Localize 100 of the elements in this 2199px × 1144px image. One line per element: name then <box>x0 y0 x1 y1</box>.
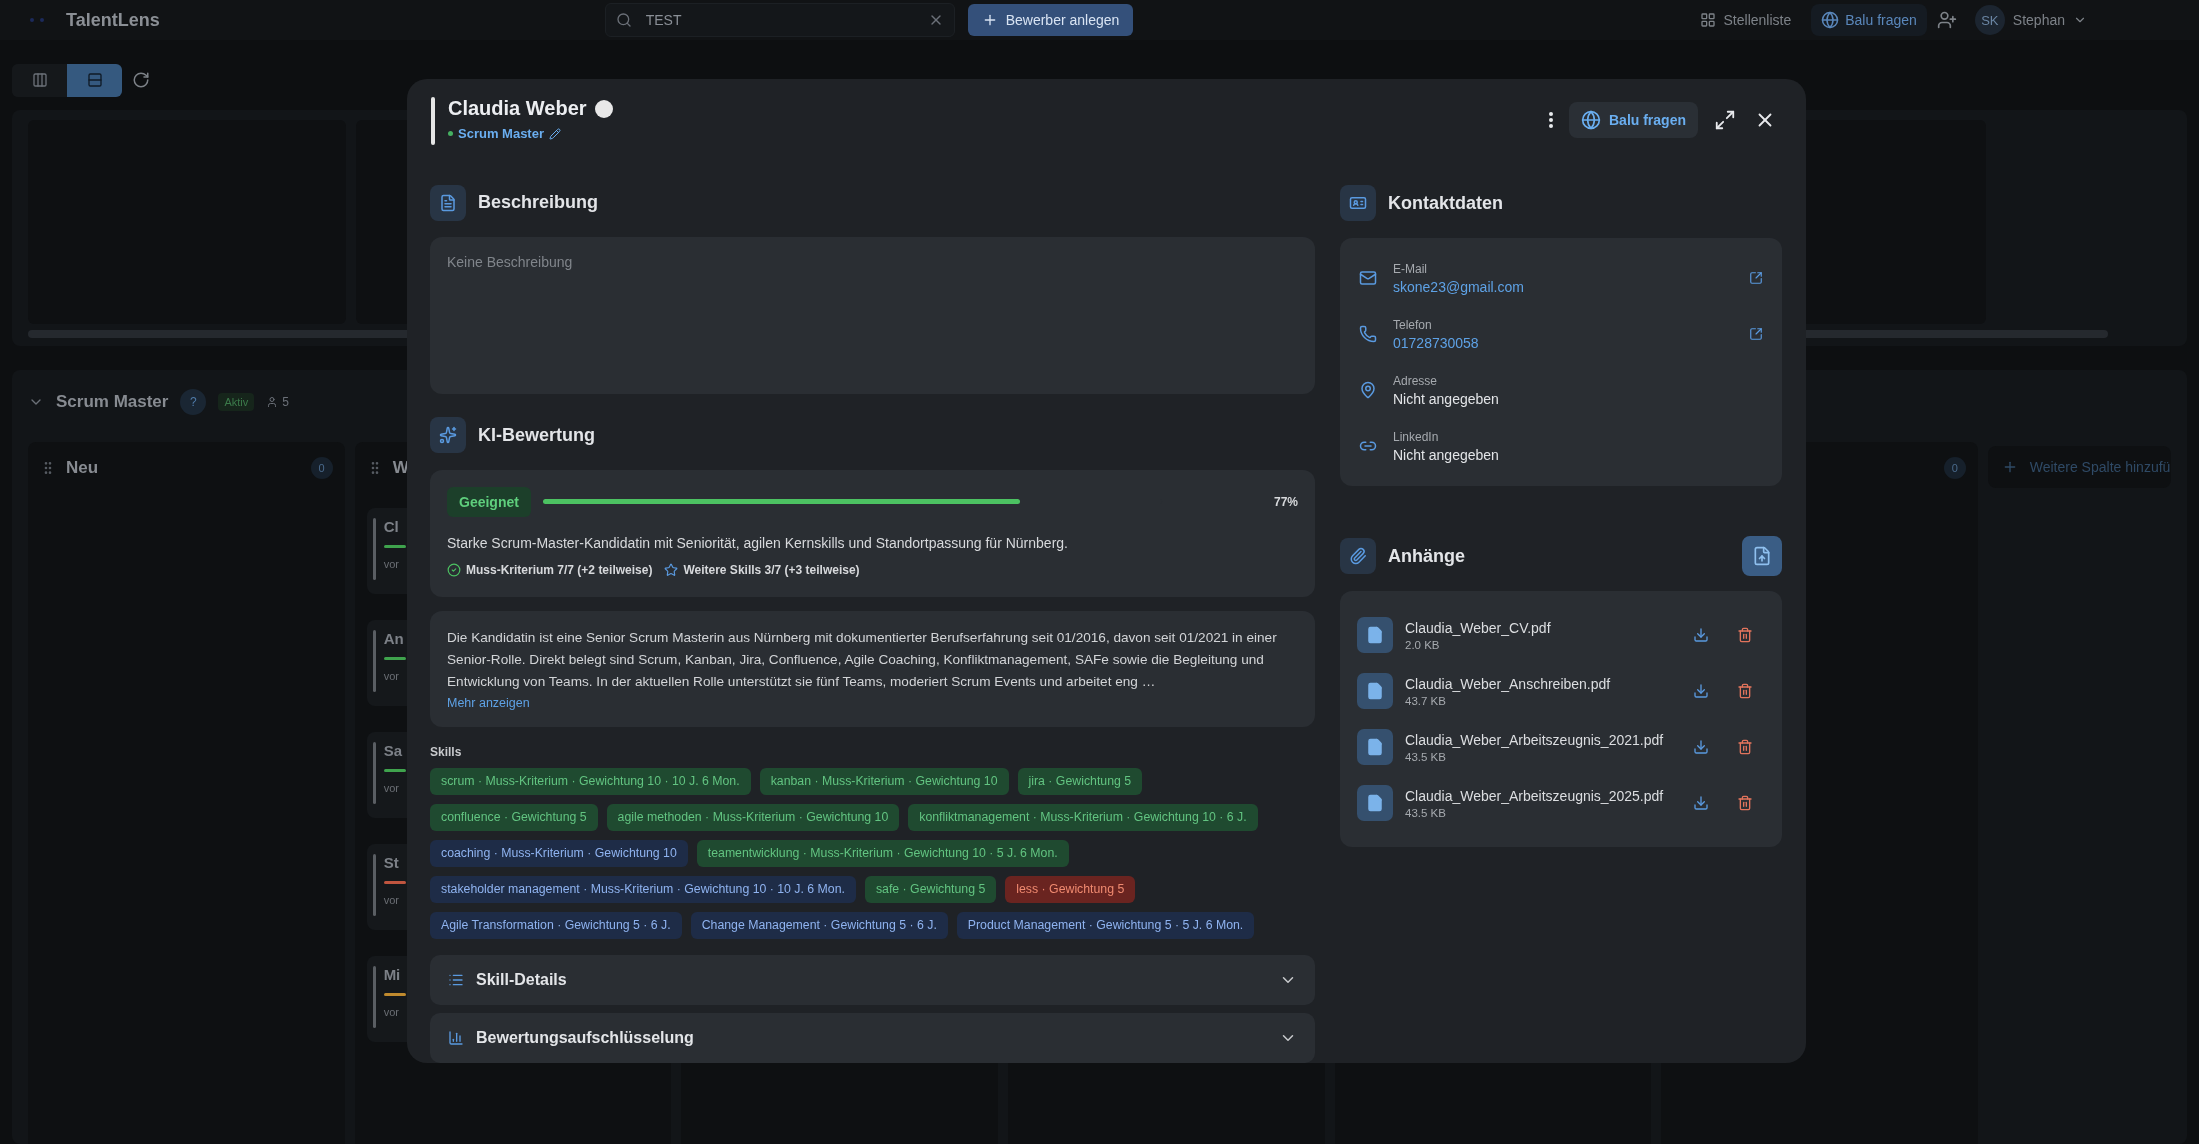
skill-tag: Change Management · Gewichtung 5 · 6 J. <box>690 912 948 939</box>
expand-icon <box>1714 109 1736 131</box>
empty-description: Keine Beschreibung <box>447 254 573 271</box>
file-name[interactable]: Claudia_Weber_Arbeitszeugnis_2021.pdf <box>1405 731 1677 748</box>
external-link-icon <box>1749 327 1763 341</box>
skill-tag: kanban · Muss-Kriterium · Gewichtung 10 <box>759 768 1009 795</box>
globe-icon <box>1581 110 1601 130</box>
file-icon <box>1357 785 1393 821</box>
count-badge: 0 <box>1943 457 1966 479</box>
download-icon <box>1693 683 1709 699</box>
section-title: Beschreibung <box>478 192 599 213</box>
job-list-button[interactable]: Stellenliste <box>1691 4 1800 36</box>
trash-icon <box>1737 683 1753 699</box>
score-summary: Starke Scrum-Master-Kandidatin mit Seniorität, agilen Kernskills und Standortpassung für Nürnberg. <box>447 535 1069 551</box>
card-title: An <box>383 630 405 647</box>
card-title: Cl <box>383 518 400 535</box>
file-size: 2.0 KB <box>1405 638 1441 651</box>
status-circle-icon <box>594 99 613 118</box>
phone-icon <box>1359 325 1377 343</box>
card-time: vor <box>383 558 400 570</box>
upload-icon <box>1752 546 1772 566</box>
contact-label: E-Mail <box>1393 261 1428 276</box>
card-time: vor <box>383 782 400 794</box>
skill-tag: jira · Gewichtung 5 <box>1017 768 1143 795</box>
section-title: Kontaktdaten <box>1388 192 1503 214</box>
refresh-icon <box>132 71 150 89</box>
file-size: 43.5 KB <box>1405 806 1447 819</box>
user-plus-icon <box>1936 10 1957 30</box>
reasoning-text: Die Kandidatin ist eine Senior Scrum Masterin aus Nürnberg mit dokumentierter Berufserfahrung seit 01/2016, davon seit 01/2021 in einer Senior-Rolle. Direkt belegt sind Scrum, Kanban, Jira, Confluence, Agile Coaching, Konfliktmanagement, SAFe sowie die Begleitung und Entwicklung von Teams. In der aktuellen Rolle unterstützt sie fünf Teams, moderiert Scrum Events und arbeitet eng … <box>447 629 1278 691</box>
candidate-count: 5 <box>282 395 289 409</box>
skill-tag: Product Management · Gewichtung 5 · 5 J. 6 Mon. <box>956 912 1255 939</box>
list-icon <box>448 972 464 988</box>
card-title: Mi <box>383 966 402 983</box>
accordion-header[interactable]: Bewertungsaufschlüsselung <box>430 1013 1315 1063</box>
skill-tag: coaching · Muss-Kriterium · Gewichtung 10 <box>430 840 688 867</box>
search-field[interactable]: TEST <box>643 11 916 29</box>
search-icon <box>615 12 632 28</box>
file-icon <box>1357 673 1393 709</box>
contact-label: LinkedIn <box>1393 429 1440 444</box>
ask-button[interactable]: Balu fragen <box>1811 4 1927 36</box>
card-title: St <box>383 854 400 871</box>
ask-button[interactable]: Balu fragen <box>1569 102 1698 138</box>
card-time: vor <box>383 670 400 682</box>
help-badge[interactable]: ? <box>180 389 207 415</box>
file-name[interactable]: Claudia_Weber_Anschreiben.pdf <box>1405 675 1677 692</box>
external-link-button[interactable] <box>1747 325 1765 343</box>
contact-value[interactable]: skone23@gmail.com <box>1393 278 1733 295</box>
trash-icon <box>1737 627 1753 643</box>
show-more-link[interactable]: Mehr anzeigen <box>447 696 530 710</box>
contact-value[interactable]: 01728730058 <box>1393 334 1733 351</box>
search-bar[interactable]: TEST <box>604 3 955 37</box>
further-text: Weitere Skills 3/7 (+3 teilweise) <box>683 563 860 577</box>
pencil-icon[interactable] <box>549 127 561 140</box>
skills-label: Skills <box>430 745 463 759</box>
role-link[interactable]: Scrum Master <box>458 126 544 141</box>
skill-tag: stakeholder management · Muss-Kriterium · Gewichtung 10 · 10 J. 6 Mon. <box>430 876 856 903</box>
avatar: SK <box>1974 5 2005 35</box>
accordion-header[interactable]: Skill-Details <box>430 955 1315 1005</box>
count-badge: 0 <box>310 457 333 479</box>
skill-tag: Agile Transformation · Gewichtung 5 · 6 J. <box>430 912 682 939</box>
skill-tag: safe · Gewichtung 5 <box>864 876 997 903</box>
view-toggle-button[interactable] <box>67 63 122 97</box>
verdict-badge: Geeignet <box>447 487 531 517</box>
star-icon <box>664 563 679 577</box>
rows-icon <box>86 72 103 88</box>
skill-tag: confluence · Gewichtung 5 <box>430 804 598 831</box>
score-percent: 77% <box>1273 495 1298 509</box>
card-time: vor <box>383 894 400 906</box>
upload-button[interactable] <box>1742 536 1782 576</box>
contact-value: Nicht angegeben <box>1393 390 1500 407</box>
external-link-icon <box>1749 271 1763 285</box>
skill-tag: agile methoden · Muss-Kriterium · Gewichtung 10 <box>606 804 900 831</box>
more-button[interactable] <box>1547 110 1555 130</box>
bar-chart-icon <box>448 1030 464 1046</box>
download-icon <box>1693 627 1709 643</box>
external-link-button[interactable] <box>1747 269 1765 287</box>
skill-tag: less · Gewichtung 5 <box>1005 876 1136 903</box>
card-time: vor <box>383 1006 400 1018</box>
status-tag: Aktiv <box>218 393 255 411</box>
user-name: Stephan <box>2012 12 2065 28</box>
create-button[interactable]: Bewerber anlegen <box>967 4 1134 36</box>
paperclip-icon <box>1340 538 1376 574</box>
contact-value: Nicht angegeben <box>1393 446 1500 463</box>
user-menu[interactable]: SK Stephan <box>1968 4 2093 36</box>
must-text: Muss-Kriterium 7/7 (+2 teilweise) <box>466 563 653 577</box>
skill-tag: teamentwicklung · Muss-Kriterium · Gewichtung 10 · 5 J. 6 Mon. <box>696 840 1069 867</box>
trash-icon <box>1737 795 1753 811</box>
trash-icon <box>1737 739 1753 755</box>
check-icon <box>447 563 461 577</box>
file-name[interactable]: Claudia_Weber_Arbeitszeugnis_2025.pdf <box>1405 787 1677 804</box>
dot-icon <box>448 131 453 136</box>
section-title: KI-Bewertung <box>478 424 595 446</box>
mail-icon <box>1359 269 1377 287</box>
file-size: 43.5 KB <box>1405 750 1447 763</box>
file-icon <box>1357 617 1393 653</box>
file-name[interactable]: Claudia_Weber_CV.pdf <box>1405 619 1677 636</box>
document-icon <box>430 184 466 221</box>
card-title: Sa <box>383 742 403 759</box>
column-title: Neu <box>66 458 99 478</box>
download-icon <box>1693 739 1709 755</box>
